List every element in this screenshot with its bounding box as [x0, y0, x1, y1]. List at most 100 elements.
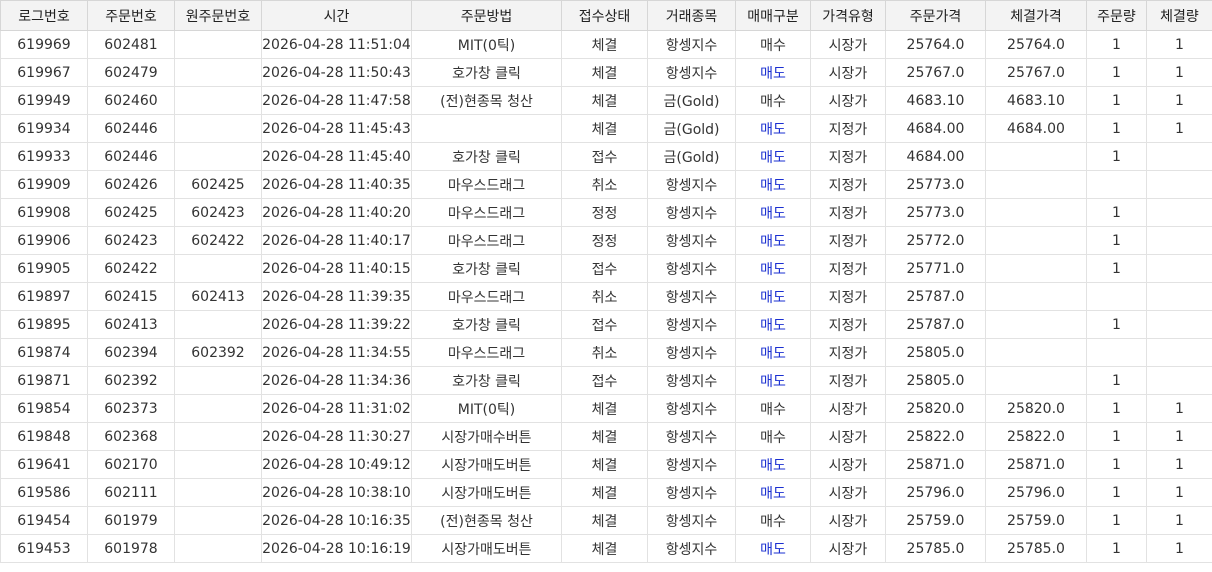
table-row[interactable]: 619895 602413 2026-04-28 11:39:22 호가창 클릭 접수 항… — [0, 310, 1212, 339]
cell-order-price: 25787.0 — [885, 310, 986, 339]
cell-log-no: 619906 — [0, 226, 88, 255]
table-row[interactable]: 619949 602460 2026-04-28 11:47:58 (전)현종목 청산… — [0, 86, 1212, 115]
cell-instrument: 항셍지수 — [647, 422, 736, 451]
cell-order-method: (전)현종목 청산 — [411, 506, 562, 535]
column-header-order-method[interactable]: 주문방법 — [411, 0, 562, 31]
cell-orig-order-no — [174, 422, 262, 451]
cell-time: 2026-04-28 10:16:19 — [261, 534, 412, 563]
column-header-price-type[interactable]: 가격유형 — [810, 0, 886, 31]
cell-order-qty: 1 — [1086, 394, 1147, 423]
cell-fill-price — [985, 198, 1087, 227]
cell-log-no: 619969 — [0, 30, 88, 59]
cell-fill-price — [985, 142, 1087, 171]
table-row[interactable]: 619848 602368 2026-04-28 11:30:27 시장가매수버튼 체결… — [0, 422, 1212, 451]
cell-status: 정정 — [561, 226, 648, 255]
column-header-order-no[interactable]: 주문번호 — [87, 0, 175, 31]
table-row[interactable]: 619453 601978 2026-04-28 10:16:19 시장가매도버튼 체결… — [0, 534, 1212, 563]
cell-fill-price: 25759.0 — [985, 506, 1087, 535]
cell-order-price: 4683.10 — [885, 86, 986, 115]
cell-order-qty — [1086, 170, 1147, 199]
cell-order-price: 25805.0 — [885, 366, 986, 395]
column-header-order-price[interactable]: 주문가격 — [885, 0, 986, 31]
cell-order-price: 4684.00 — [885, 114, 986, 143]
cell-status: 취소 — [561, 282, 648, 311]
cell-order-no: 601978 — [87, 534, 175, 563]
cell-orig-order-no — [174, 394, 262, 423]
cell-orig-order-no: 602423 — [174, 198, 262, 227]
cell-order-price: 25805.0 — [885, 338, 986, 367]
cell-instrument: 항셍지수 — [647, 534, 736, 563]
table-row[interactable]: 619871 602392 2026-04-28 11:34:36 호가창 클릭 접수 항… — [0, 366, 1212, 395]
cell-time: 2026-04-28 11:39:22 — [261, 310, 412, 339]
cell-price-type: 지정가 — [810, 338, 886, 367]
cell-side: 매수 — [735, 30, 811, 59]
cell-order-no: 602170 — [87, 450, 175, 479]
cell-order-price: 25773.0 — [885, 198, 986, 227]
table-row[interactable]: 619908 602425 602423 2026-04-28 11:40:20 마우스… — [0, 198, 1212, 227]
cell-price-type: 시장가 — [810, 506, 886, 535]
cell-order-price: 25771.0 — [885, 254, 986, 283]
cell-order-qty: 1 — [1086, 366, 1147, 395]
cell-side: 매도 — [735, 310, 811, 339]
cell-orig-order-no — [174, 86, 262, 115]
cell-orig-order-no — [174, 450, 262, 479]
table-row[interactable]: 619909 602426 602425 2026-04-28 11:40:35 마우스… — [0, 170, 1212, 199]
cell-instrument: 항셍지수 — [647, 30, 736, 59]
cell-price-type: 지정가 — [810, 366, 886, 395]
cell-order-no: 602460 — [87, 86, 175, 115]
column-header-instrument[interactable]: 거래종목 — [647, 0, 736, 31]
table-row[interactable]: 619854 602373 2026-04-28 11:31:02 MIT(0틱) 체결… — [0, 394, 1212, 423]
table-row[interactable]: 619905 602422 2026-04-28 11:40:15 호가창 클릭 접수 항… — [0, 254, 1212, 283]
column-header-fill-price[interactable]: 체결가격 — [985, 0, 1087, 31]
column-header-time[interactable]: 시간 — [261, 0, 412, 31]
table-row[interactable]: 619906 602423 602422 2026-04-28 11:40:17 마우스… — [0, 226, 1212, 255]
cell-instrument: 금(Gold) — [647, 86, 736, 115]
cell-time: 2026-04-28 11:40:35 — [261, 170, 412, 199]
column-header-status[interactable]: 접수상태 — [561, 0, 648, 31]
cell-log-no: 619453 — [0, 534, 88, 563]
table-row[interactable]: 619454 601979 2026-04-28 10:16:35 (전)현종목 청산… — [0, 506, 1212, 535]
cell-fill-qty: 1 — [1146, 422, 1212, 451]
cell-time: 2026-04-28 11:40:17 — [261, 226, 412, 255]
table-row[interactable]: 619934 602446 2026-04-28 11:45:43 체결 금(Gold)… — [0, 114, 1212, 143]
cell-log-no: 619905 — [0, 254, 88, 283]
cell-status: 접수 — [561, 254, 648, 283]
cell-fill-qty — [1146, 282, 1212, 311]
cell-fill-price — [985, 338, 1087, 367]
table-row[interactable]: 619969 602481 2026-04-28 11:51:04 MIT(0틱) 체결… — [0, 30, 1212, 59]
table-row[interactable]: 619586 602111 2026-04-28 10:38:10 시장가매도버튼 체결… — [0, 478, 1212, 507]
cell-fill-qty: 1 — [1146, 506, 1212, 535]
cell-fill-qty: 1 — [1146, 114, 1212, 143]
table-row[interactable]: 619874 602394 602392 2026-04-28 11:34:55 마우스… — [0, 338, 1212, 367]
cell-price-type: 지정가 — [810, 142, 886, 171]
column-header-side[interactable]: 매매구분 — [735, 0, 811, 31]
cell-order-method: MIT(0틱) — [411, 394, 562, 423]
table-row[interactable]: 619967 602479 2026-04-28 11:50:43 호가창 클릭 체결 항… — [0, 58, 1212, 87]
cell-fill-qty: 1 — [1146, 478, 1212, 507]
column-header-log-no[interactable]: 로그번호 — [0, 0, 88, 31]
column-header-fill-qty[interactable]: 체결량 — [1146, 0, 1212, 31]
cell-price-type: 시장가 — [810, 86, 886, 115]
column-header-orig-order-no[interactable]: 원주문번호 — [174, 0, 262, 31]
cell-side: 매도 — [735, 198, 811, 227]
cell-time: 2026-04-28 11:45:43 — [261, 114, 412, 143]
cell-orig-order-no — [174, 310, 262, 339]
cell-time: 2026-04-28 11:34:36 — [261, 366, 412, 395]
table-row[interactable]: 619933 602446 2026-04-28 11:45:40 호가창 클릭 접수 금… — [0, 142, 1212, 171]
cell-order-no: 601979 — [87, 506, 175, 535]
cell-side: 매수 — [735, 394, 811, 423]
cell-time: 2026-04-28 11:47:58 — [261, 86, 412, 115]
table-row[interactable]: 619641 602170 2026-04-28 10:49:12 시장가매도버튼 체결… — [0, 450, 1212, 479]
cell-price-type: 시장가 — [810, 450, 886, 479]
cell-status: 체결 — [561, 86, 648, 115]
cell-instrument: 항셍지수 — [647, 506, 736, 535]
cell-price-type: 지정가 — [810, 198, 886, 227]
cell-fill-price — [985, 310, 1087, 339]
cell-order-no: 602446 — [87, 142, 175, 171]
cell-log-no: 619871 — [0, 366, 88, 395]
cell-order-price: 25772.0 — [885, 226, 986, 255]
cell-order-price: 25773.0 — [885, 170, 986, 199]
table-row[interactable]: 619897 602415 602413 2026-04-28 11:39:35 마우스… — [0, 282, 1212, 311]
table-body: 619969 602481 2026-04-28 11:51:04 MIT(0틱) 체결… — [0, 30, 1212, 563]
column-header-order-qty[interactable]: 주문량 — [1086, 0, 1147, 31]
